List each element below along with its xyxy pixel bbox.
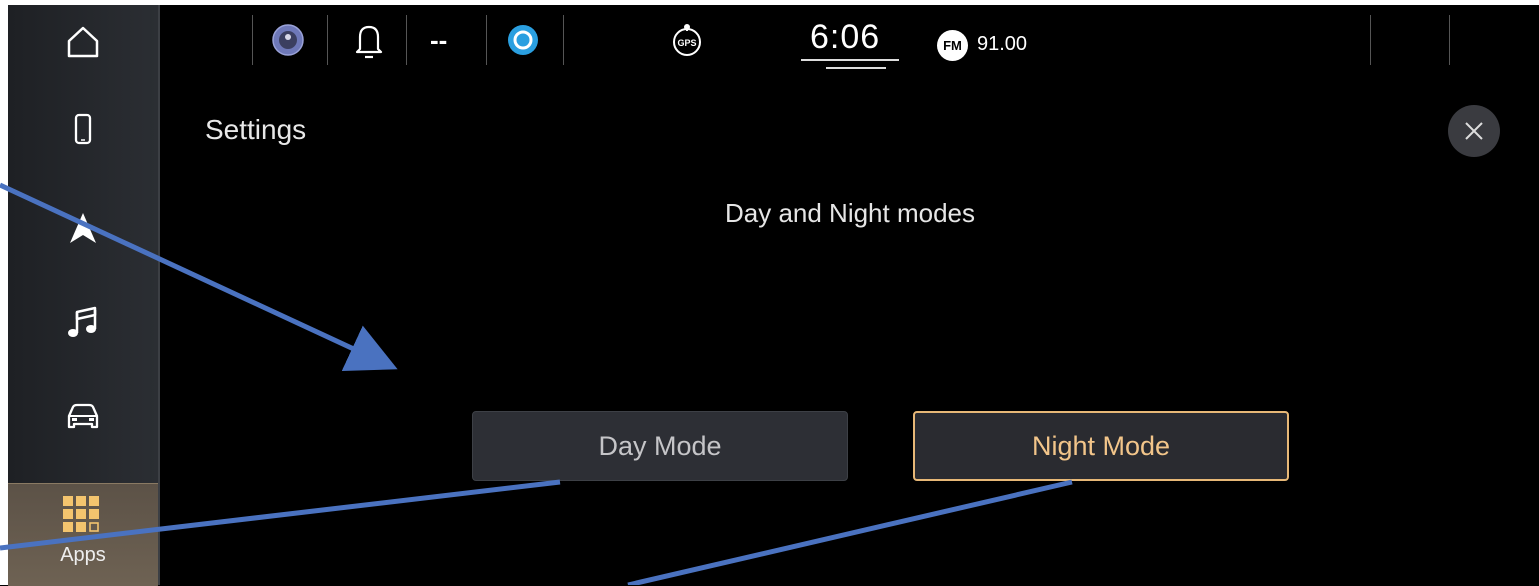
status-separator (563, 15, 564, 65)
radio-band-badge: FM (937, 30, 968, 61)
status-value: -- (430, 25, 448, 55)
music-button[interactable] (8, 287, 158, 357)
page-title: Settings (205, 114, 307, 145)
nav-rail: Apps (8, 5, 160, 586)
phone-button[interactable] (8, 95, 158, 165)
status-separator (406, 15, 407, 65)
home-button[interactable] (8, 7, 158, 77)
driver-profile-icon[interactable] (271, 23, 305, 57)
status-separator (1449, 15, 1450, 65)
apps-button[interactable]: Apps (8, 483, 158, 586)
clock-underline-short (826, 67, 886, 69)
day-mode-button[interactable]: Day Mode (472, 411, 848, 481)
radio-frequency[interactable]: 91.00 (977, 33, 1027, 56)
status-separator (1370, 15, 1371, 65)
apps-label: Apps (60, 544, 106, 566)
assistant-icon[interactable] (507, 24, 539, 56)
annotation-line-night (627, 479, 1073, 585)
close-icon (1465, 122, 1483, 140)
clock: 6:06 (810, 18, 881, 56)
home-icon (67, 26, 99, 58)
close-button[interactable] (1448, 105, 1500, 157)
section-title: Day and Night modes (724, 198, 976, 228)
apps-grid-icon (63, 496, 99, 532)
clock-underline (801, 59, 899, 61)
navigation-icon (70, 213, 96, 243)
gps-label: GPS (677, 38, 696, 48)
status-separator (252, 15, 253, 65)
phone-icon (74, 113, 92, 145)
gps-icon: GPS (673, 24, 701, 56)
status-separator (486, 15, 487, 65)
status-bar: -- GPS 6:06 FM 91.00 (160, 5, 1539, 77)
music-icon (68, 306, 97, 337)
vehicle-icon (67, 403, 99, 429)
vehicle-button[interactable] (8, 380, 158, 450)
navigation-button[interactable] (8, 193, 158, 263)
night-mode-button[interactable]: Night Mode (913, 411, 1289, 481)
page-border-left (0, 0, 8, 585)
status-separator (327, 15, 328, 65)
annotation-overlay (0, 182, 1073, 585)
bell-icon[interactable] (354, 22, 384, 60)
